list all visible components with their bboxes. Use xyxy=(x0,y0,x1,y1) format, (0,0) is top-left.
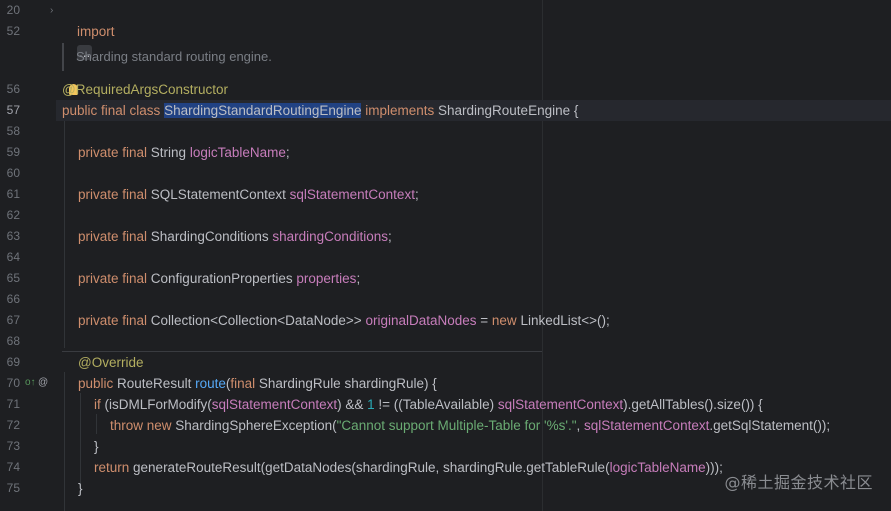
line-number: 56 xyxy=(6,82,20,96)
code-text: , xyxy=(576,418,585,433)
closing-brace: } xyxy=(78,481,83,496)
line-number: 60 xyxy=(6,166,20,180)
annotation: @Override xyxy=(78,355,144,370)
code-line[interactable]: @RequiredArgsConstructor xyxy=(62,79,891,100)
code-line[interactable]: @Override xyxy=(62,352,891,373)
annotation-gutter-icon[interactable]: @ xyxy=(38,377,48,388)
line-number: 72 xyxy=(6,418,20,432)
keyword: public xyxy=(78,376,118,391)
field-name: shardingConditions xyxy=(272,229,388,244)
line-number: 68 xyxy=(6,334,20,348)
code-text: ))); xyxy=(705,460,723,475)
code-line[interactable]: private final Collection<Collection<Data… xyxy=(62,310,891,331)
line-number: 71 xyxy=(6,397,20,411)
keyword: import xyxy=(77,24,115,39)
keyword: private final xyxy=(78,145,151,160)
keyword: private final xyxy=(78,187,151,202)
keyword: throw new xyxy=(110,418,176,433)
annotation-at: @ xyxy=(62,82,76,97)
line-number: 73 xyxy=(6,439,20,453)
line-number-gutter[interactable]: 20 52 56 57 58 59 60 61 62 63 64 65 66 6… xyxy=(0,0,56,511)
code-line[interactable]: import ... xyxy=(62,0,891,60)
punctuation: ; xyxy=(387,229,392,244)
number-literal: 1 xyxy=(367,397,375,412)
line-number: 63 xyxy=(6,229,20,243)
punctuation: ; xyxy=(285,145,290,160)
method-name: route xyxy=(195,376,226,391)
code-text: ShardingSphereException( xyxy=(175,418,337,433)
code-text: generateRouteResult(getDataNodes(shardin… xyxy=(133,460,610,475)
type: RouteResult xyxy=(117,376,196,391)
punctuation: ; xyxy=(414,187,419,202)
code-line[interactable]: private final ConfigurationProperties pr… xyxy=(62,268,891,289)
line-number: 52 xyxy=(6,24,20,38)
code-line-current[interactable]: public final class ShardingStandardRouti… xyxy=(56,100,891,121)
keyword: public final class xyxy=(62,103,165,118)
keyword: private final xyxy=(78,313,151,328)
code-line[interactable]: private final String logicTableName; xyxy=(62,142,891,163)
code-line[interactable]: throw new ShardingSphereException("Canno… xyxy=(62,415,891,436)
line-number: 65 xyxy=(6,271,20,285)
line-number: 58 xyxy=(6,124,20,138)
code-text: != ((TableAvailable) xyxy=(374,397,498,412)
code-text: ).getAllTables().size()) { xyxy=(623,397,763,412)
keyword: final xyxy=(230,376,259,391)
code-editor[interactable]: 20 52 56 57 58 59 60 61 62 63 64 65 66 6… xyxy=(0,0,891,511)
code-text: ) && xyxy=(337,397,368,412)
annotation: RequiredArgsConstructor xyxy=(75,82,229,97)
code-line[interactable]: public RouteResult route(final ShardingR… xyxy=(62,373,891,394)
keyword: private final xyxy=(78,271,151,286)
line-number-current: 57 xyxy=(6,103,20,117)
code-line[interactable]: if (isDMLForModify(sqlStatementContext) … xyxy=(62,394,891,415)
code-line[interactable]: } xyxy=(62,436,891,457)
line-number: 20 xyxy=(6,3,20,17)
type: String xyxy=(150,145,190,160)
keyword: if xyxy=(94,397,105,412)
operator: = xyxy=(476,313,492,328)
type: ShardingConditions xyxy=(150,229,273,244)
parameter: ShardingRule shardingRule) { xyxy=(258,376,437,391)
code-line[interactable]: private final SQLStatementContext sqlSta… xyxy=(62,184,891,205)
field-name: sqlStatementContext xyxy=(289,187,415,202)
override-gutter-icon[interactable]: o↑ xyxy=(25,377,36,388)
line-number: 67 xyxy=(6,313,20,327)
constructor-call: LinkedList<>(); xyxy=(520,313,610,328)
field-name: sqlStatementContext xyxy=(497,397,624,412)
line-number: 69 xyxy=(6,355,20,369)
code-line[interactable]: private final ShardingConditions shardin… xyxy=(62,226,891,247)
type: SQLStatementContext xyxy=(150,187,290,202)
line-number: 61 xyxy=(6,187,20,201)
field-name: logicTableName xyxy=(189,145,286,160)
watermark: @稀土掘金技术社区 xyxy=(724,473,873,492)
punctuation: ; xyxy=(356,271,361,286)
type: Collection<Collection<DataNode>> xyxy=(150,313,366,328)
string-literal: "Cannot support Multiple-Table for '%s'.… xyxy=(336,418,577,433)
field-name: properties xyxy=(296,271,357,286)
code-text: .getSqlStatement()); xyxy=(709,418,831,433)
field-name: sqlStatementContext xyxy=(211,397,338,412)
fold-chevron-icon[interactable]: › xyxy=(50,5,53,16)
line-number: 66 xyxy=(6,292,20,306)
keyword: new xyxy=(491,313,521,328)
line-number: 75 xyxy=(6,481,20,495)
keyword: return xyxy=(94,460,134,475)
selected-class-name[interactable]: ShardingStandardRoutingEngine xyxy=(164,103,362,118)
line-number: 62 xyxy=(6,208,20,222)
closing-brace: } xyxy=(94,439,99,454)
code-text: (isDMLForModify( xyxy=(104,397,212,412)
doc-comment: Sharding standard routing engine. xyxy=(62,43,556,71)
interface-name: ShardingRouteEngine { xyxy=(438,103,579,118)
line-number: 70 xyxy=(6,376,20,390)
field-name: originalDataNodes xyxy=(365,313,477,328)
field-name: logicTableName xyxy=(609,460,706,475)
line-number: 59 xyxy=(6,145,20,159)
line-number: 64 xyxy=(6,250,20,264)
keyword: private final xyxy=(78,229,151,244)
line-number: 74 xyxy=(6,460,20,474)
type: ConfigurationProperties xyxy=(150,271,297,286)
field-name: sqlStatementContext xyxy=(584,418,710,433)
keyword: implements xyxy=(361,103,438,118)
